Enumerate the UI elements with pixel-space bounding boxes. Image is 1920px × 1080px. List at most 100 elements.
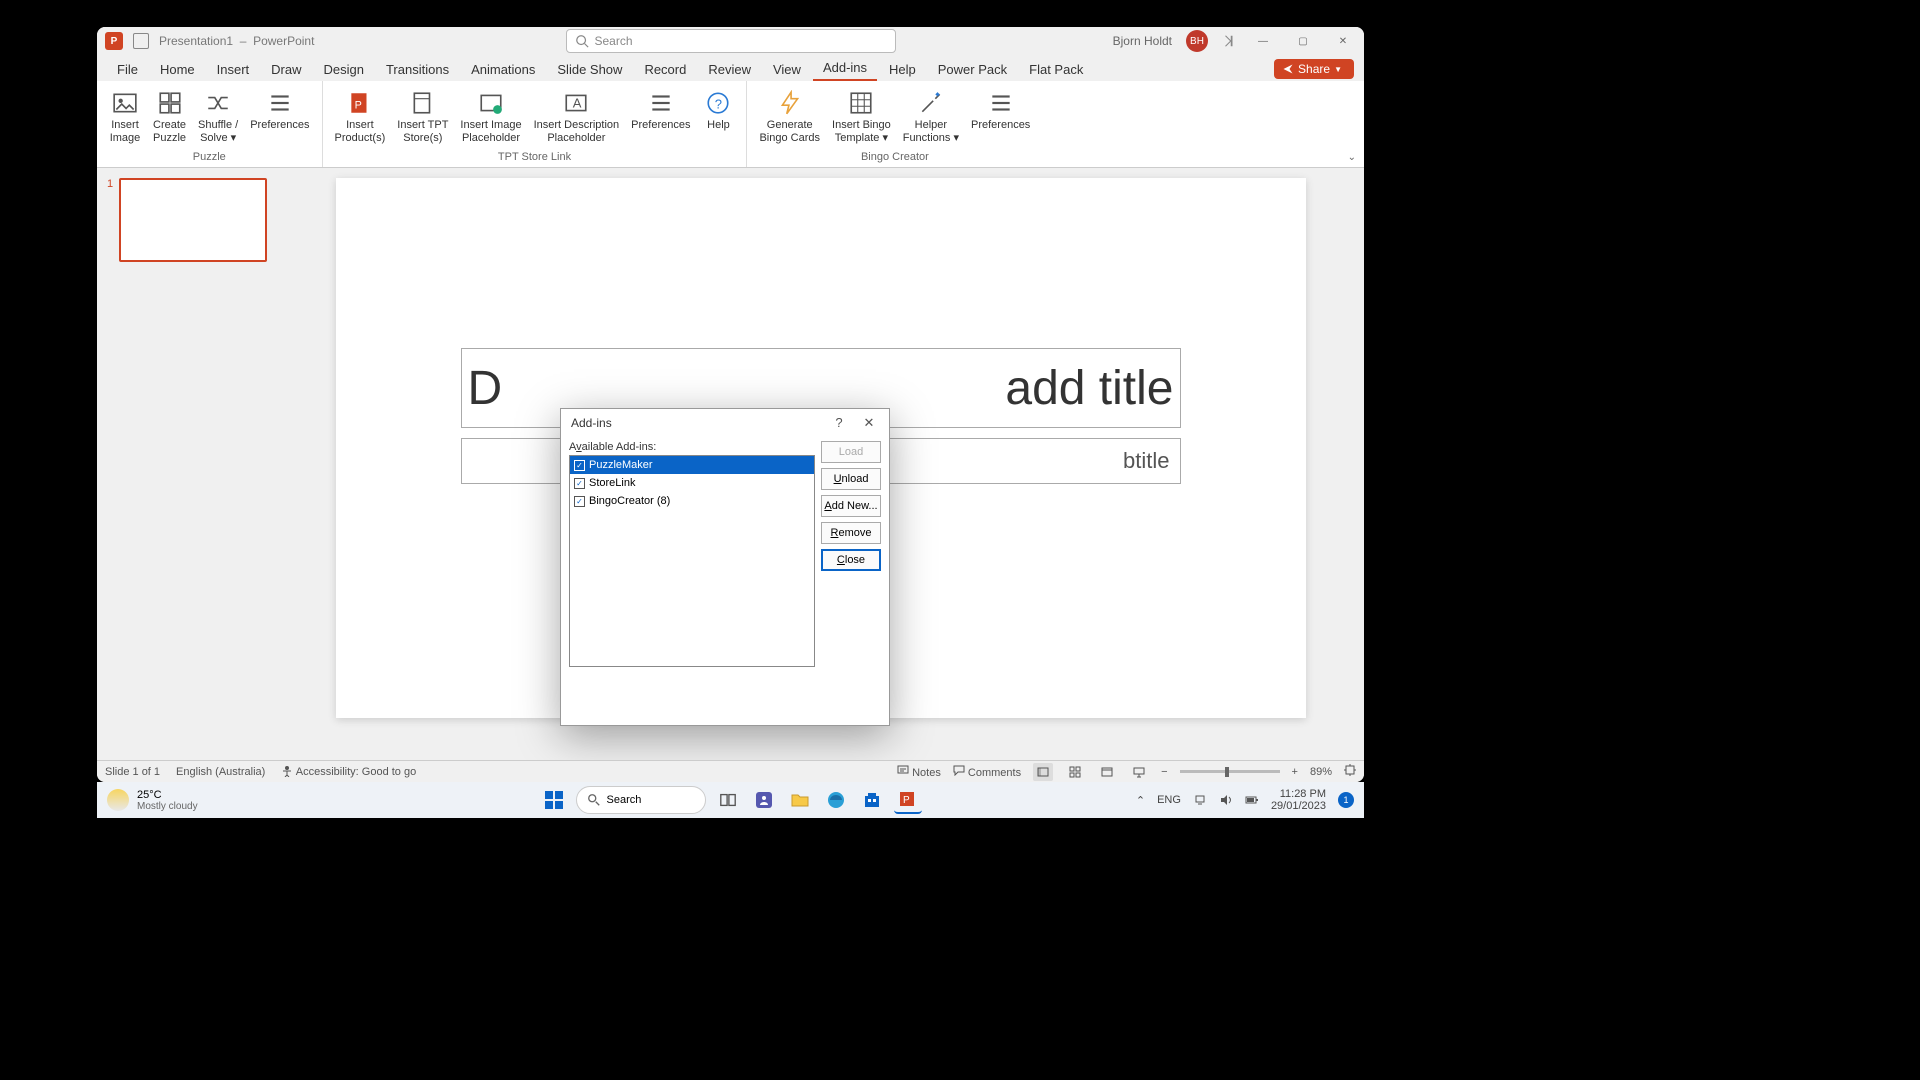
slide-thumbnail-1[interactable]: 1 <box>107 178 267 262</box>
search-input[interactable]: Search <box>566 29 896 53</box>
fit-to-window-button[interactable] <box>1344 764 1356 779</box>
tab-slideshow[interactable]: Slide Show <box>547 58 632 81</box>
mic-icon[interactable] <box>1222 34 1236 48</box>
addin-name: BingoCreator (8) <box>589 495 670 507</box>
tab-draw[interactable]: Draw <box>261 58 311 81</box>
shuffle-solve-button[interactable]: Shuffle / Solve ▾ <box>194 87 242 147</box>
checkbox-icon[interactable]: ✓ <box>574 478 585 489</box>
store-icon[interactable] <box>858 786 886 814</box>
dialog-help-button[interactable]: ? <box>829 415 849 431</box>
create-puzzle-button[interactable]: Create Puzzle <box>149 87 190 147</box>
zoom-in-button[interactable]: + <box>1292 766 1298 778</box>
slide-indicator[interactable]: Slide 1 of 1 <box>105 766 160 778</box>
battery-icon[interactable] <box>1245 793 1259 807</box>
language-indicator[interactable]: English (Australia) <box>176 766 265 778</box>
zoom-value[interactable]: 89% <box>1310 766 1332 778</box>
tab-bar: File Home Insert Draw Design Transitions… <box>97 55 1364 81</box>
slideshow-view-button[interactable] <box>1129 763 1149 781</box>
addin-item-bingocreator[interactable]: ✓ BingoCreator (8) <box>570 492 814 510</box>
tab-insert[interactable]: Insert <box>207 58 260 81</box>
zoom-out-button[interactable]: − <box>1161 766 1167 778</box>
dialog-title: Add-ins <box>571 416 612 430</box>
collapse-ribbon-button[interactable]: ⌄ <box>1348 152 1356 163</box>
ribbon-group-bingo: Generate Bingo Cards Insert Bingo Templa… <box>747 81 1042 167</box>
volume-icon[interactable] <box>1219 793 1233 807</box>
avatar[interactable]: BH <box>1186 30 1208 52</box>
puzzle-preferences-button[interactable]: Preferences <box>246 87 313 147</box>
tpt-preferences-button[interactable]: Preferences <box>627 87 694 147</box>
dialog-titlebar: Add-ins ? ✕ <box>561 409 889 437</box>
tab-home[interactable]: Home <box>150 58 205 81</box>
addin-item-storelink[interactable]: ✓StoreLink <box>570 474 814 492</box>
tab-help[interactable]: Help <box>879 58 926 81</box>
tab-addins[interactable]: Add-ins <box>813 56 877 81</box>
start-button[interactable] <box>540 786 568 814</box>
insert-description-placeholder-button[interactable]: AInsert Description Placeholder <box>530 87 624 147</box>
network-icon[interactable] <box>1193 793 1207 807</box>
tab-animations[interactable]: Animations <box>461 58 545 81</box>
task-view-button[interactable] <box>714 786 742 814</box>
close-button[interactable]: ✕ <box>1330 30 1356 52</box>
weather-widget[interactable]: 25°C Mostly cloudy <box>107 789 198 812</box>
tray-chevron-icon[interactable]: ⌃ <box>1136 794 1145 807</box>
minimize-button[interactable]: — <box>1250 30 1276 52</box>
tab-design[interactable]: Design <box>314 58 374 81</box>
status-bar: Slide 1 of 1 English (Australia) Accessi… <box>97 760 1364 782</box>
comments-button[interactable]: Comments <box>953 764 1021 779</box>
add-new-button[interactable]: Add New... <box>821 495 881 517</box>
teams-icon[interactable] <box>750 786 778 814</box>
insert-image-button[interactable]: Insert Image <box>105 87 145 147</box>
group-label-puzzle: Puzzle <box>105 151 314 165</box>
accessibility-indicator[interactable]: Accessibility: Good to go <box>281 765 416 778</box>
addin-name: PuzzleMaker <box>589 459 653 471</box>
tab-transitions[interactable]: Transitions <box>376 58 459 81</box>
tab-record[interactable]: Record <box>634 58 696 81</box>
notes-button[interactable]: Notes <box>897 764 941 779</box>
tpt-help-button[interactable]: ?Help <box>698 87 738 147</box>
edge-icon[interactable] <box>822 786 850 814</box>
insert-products-button[interactable]: PInsert Product(s) <box>331 87 390 147</box>
insert-image-placeholder-button[interactable]: Insert Image Placeholder <box>456 87 525 147</box>
tab-review[interactable]: Review <box>698 58 761 81</box>
explorer-icon[interactable] <box>786 786 814 814</box>
close-button[interactable]: Close <box>821 549 881 571</box>
checkbox-icon[interactable]: ✓ <box>574 460 585 471</box>
remove-button[interactable]: Remove <box>821 522 881 544</box>
dialog-close-x-button[interactable]: ✕ <box>859 415 879 431</box>
date: 29/01/2023 <box>1271 800 1326 812</box>
clock[interactable]: 11:28 PM 29/01/2023 <box>1271 788 1326 812</box>
addins-list[interactable]: ✓ PuzzleMaker ✓StoreLink ✓ BingoCreator (8… <box>569 455 815 667</box>
tab-view[interactable]: View <box>763 58 811 81</box>
share-label: Share <box>1298 62 1330 76</box>
subtitle-text-right: btitle <box>1123 448 1169 474</box>
load-button[interactable]: Load <box>821 441 881 463</box>
notification-badge[interactable]: 1 <box>1338 792 1354 808</box>
zoom-slider[interactable] <box>1180 770 1280 773</box>
language-tray[interactable]: ENG <box>1157 794 1181 806</box>
windows-taskbar: 25°C Mostly cloudy Search P ⌃ ENG 11:28 … <box>97 782 1364 818</box>
helper-functions-button[interactable]: Helper Functions ▾ <box>899 87 963 147</box>
taskbar-search[interactable]: Search <box>576 786 706 814</box>
insert-bingo-template-button[interactable]: Insert Bingo Template ▾ <box>828 87 895 147</box>
generate-bingo-button[interactable]: Generate Bingo Cards <box>755 87 824 147</box>
powerpoint-taskbar-icon[interactable]: P <box>894 786 922 814</box>
tab-file[interactable]: File <box>107 58 148 81</box>
save-icon[interactable] <box>133 33 149 49</box>
share-button[interactable]: Share ▼ <box>1274 59 1354 79</box>
tab-powerpack[interactable]: Power Pack <box>928 58 1017 81</box>
thumb-number: 1 <box>107 178 113 262</box>
temperature: 25°C <box>137 789 198 801</box>
addin-item-puzzlemaker[interactable]: ✓ PuzzleMaker <box>570 456 814 474</box>
tab-flatpack[interactable]: Flat Pack <box>1019 58 1093 81</box>
bingo-preferences-button[interactable]: Preferences <box>967 87 1034 147</box>
ribbon-group-tpt: PInsert Product(s) Insert TPT Store(s) I… <box>323 81 748 167</box>
checkbox-icon[interactable]: ✓ <box>574 496 585 507</box>
reading-view-button[interactable] <box>1097 763 1117 781</box>
insert-tpt-stores-button[interactable]: Insert TPT Store(s) <box>393 87 452 147</box>
normal-view-button[interactable] <box>1033 763 1053 781</box>
maximize-button[interactable]: ▢ <box>1290 30 1316 52</box>
thumbnail-pane[interactable]: 1 <box>97 168 277 760</box>
group-label-bingo: Bingo Creator <box>755 151 1034 165</box>
sorter-view-button[interactable] <box>1065 763 1085 781</box>
unload-button[interactable]: Unload <box>821 468 881 490</box>
